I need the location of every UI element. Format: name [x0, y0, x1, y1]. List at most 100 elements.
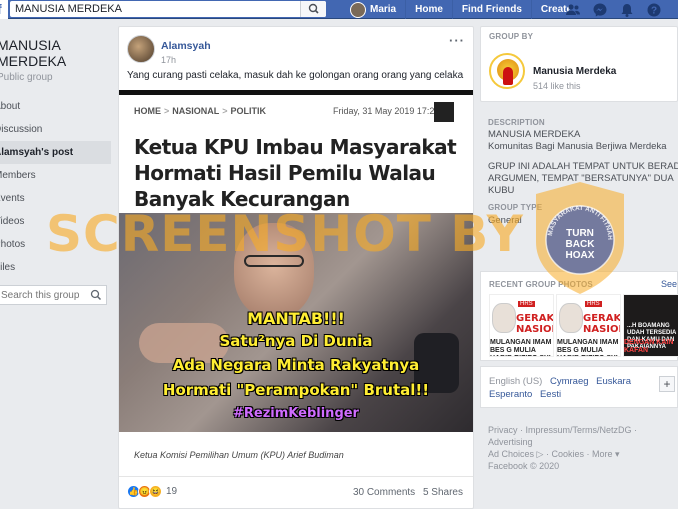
photo-thumbnail[interactable]: HRS GERAKA NASIONA MULANGAN IMAM BES G M…: [489, 294, 554, 357]
group-type-heading: GROUP TYPE: [488, 203, 543, 212]
group-type-value: General: [488, 215, 522, 226]
photo-thumbnails: HRS GERAKA NASIONA MULANGAN IMAM BES G M…: [489, 294, 678, 357]
find-friends-link[interactable]: Find Friends: [453, 0, 532, 19]
top-nav-links: Maria Home Find Friends Create: [350, 0, 581, 19]
site-footer: Privacy · Impressum/Terms/NetzDG · Adver…: [488, 424, 678, 472]
thumb-badge: HRS: [585, 301, 602, 307]
description-text: MANUSIA MERDEKA Komunitas Bagi Manusia B…: [488, 129, 678, 227]
description-line: GRUP INI ADALAH TEMPAT UNTUK BERADU: [488, 161, 678, 172]
breadcrumb-home: HOME: [134, 106, 161, 116]
photo-thumbnail[interactable]: HRS GERAKA NASIONA MULANGAN IMAM BES G M…: [556, 294, 621, 357]
sidebar-item-about[interactable]: About: [0, 95, 112, 118]
group-search-box: [0, 285, 107, 305]
shares-link[interactable]: 5 Shares: [423, 487, 463, 498]
home-link[interactable]: Home: [406, 0, 453, 19]
sidebar-item-post[interactable]: Alamsyah's post: [0, 141, 111, 164]
post-card: Alamsyah 17h ··· Yang curang pasti celak…: [118, 26, 474, 509]
reaction-summary[interactable]: 👍 😠 😆 19: [127, 485, 177, 498]
overlay-text-line-2: Satu²nya Di Dunia: [219, 332, 373, 350]
see-all-link[interactable]: See: [661, 279, 677, 289]
description-line: [488, 153, 678, 161]
messenger-icon[interactable]: [592, 2, 608, 18]
thumb-caption: MULANGAN IMAM BES G MULIA HABIB RIZIEQ S…: [557, 339, 619, 356]
description-line: KUBU: [488, 185, 515, 196]
photo-caption: Ketua Komisi Pemilihan Umum (KPU) Arief …: [134, 450, 344, 460]
person-face: [234, 223, 314, 318]
group-sidebar: MANUSIA MERDEKA Public group About Discu…: [0, 30, 112, 305]
help-icon[interactable]: ?: [646, 2, 662, 18]
user-avatar[interactable]: [350, 1, 366, 18]
top-search-input[interactable]: [10, 1, 300, 17]
author-avatar[interactable]: [127, 35, 155, 63]
thumb-headline: GERAKA NASIONA: [516, 313, 554, 335]
post-author-name[interactable]: Alamsyah: [161, 40, 211, 52]
breadcrumb-politik: POLITIK: [230, 106, 267, 116]
post-text: Yang curang pasti celaka, masuk dah ke g…: [127, 70, 464, 81]
search-icon[interactable]: [90, 289, 102, 301]
post-footer: 👍 😠 😆 19 30 Comments 5 Shares: [119, 476, 473, 506]
engagement-counts: 30 Comments 5 Shares: [348, 487, 463, 498]
profile-link[interactable]: Maria: [370, 0, 407, 19]
language-link[interactable]: Euskara: [596, 376, 631, 387]
group-by-card: GROUP BY Manusia Merdeka 514 like this: [480, 26, 678, 102]
facebook-logo-icon[interactable]: f: [0, 0, 8, 19]
description-line: Komunitas Bagi Manusia Berjiwa Merdeka: [488, 141, 667, 152]
overlay-text-line-1: MANTAB!!!: [247, 309, 345, 328]
more-options-icon[interactable]: ···: [449, 33, 465, 48]
seal-text-1: TURN: [566, 228, 594, 239]
group-name[interactable]: MANUSIA MERDEKA: [0, 37, 112, 69]
top-nav-icons: ?: [565, 0, 673, 19]
footer-links[interactable]: Privacy · Impressum/Terms/NetzDG · Adver…: [488, 424, 678, 448]
glasses-shape: [244, 255, 304, 267]
thumb-badge: HRS: [518, 301, 535, 307]
friends-icon[interactable]: [565, 2, 581, 18]
post-timestamp[interactable]: 17h: [161, 55, 176, 65]
recent-photos-card: RECENT GROUP PHOTOS See HRS GERAKA NASIO…: [480, 271, 678, 361]
sidebar-item-files[interactable]: Files: [0, 256, 112, 279]
sidebar-item-photos[interactable]: Photos: [0, 233, 112, 256]
description-heading: DESCRIPTION: [488, 118, 545, 127]
right-sidebar: GROUP BY Manusia Merdeka 514 like this D…: [480, 26, 678, 471]
top-search-button[interactable]: [300, 1, 326, 17]
photo-thumbnail[interactable]: ...H BOAMANG UDAH TERSEDIA DAN KAMU DAN …: [623, 294, 678, 357]
sidebar-item-members[interactable]: Members: [0, 164, 112, 187]
article-photo: MANTAB!!! Satu²nya Di Dunia Ada Negara M…: [119, 213, 473, 432]
breadcrumb-nasional: NASIONAL: [172, 106, 220, 116]
language-link[interactable]: Esperanto: [489, 389, 532, 400]
top-navigation-bar: f Maria Home Find Friends Create ?: [0, 0, 678, 19]
group-menu: About Discussion Alamsyah's post Members…: [0, 95, 112, 279]
page-name[interactable]: Manusia Merdeka: [533, 66, 616, 77]
sidebar-item-discussion[interactable]: Discussion: [0, 118, 112, 141]
current-language: English (US): [489, 376, 543, 387]
sidebar-item-videos[interactable]: Videos: [0, 210, 112, 233]
article-breadcrumb: HOME > NASIONAL > POLITIK: [134, 106, 267, 116]
copyright: Facebook © 2020: [488, 461, 560, 471]
overlay-text-line-4: Hormati "Perampokan" Brutal!!: [162, 381, 430, 399]
search-icon: [308, 3, 319, 14]
group-by-heading: GROUP BY: [489, 32, 534, 41]
overlay-hashtag: #RezimKeblinger: [233, 406, 359, 421]
shared-image[interactable]: HOME > NASIONAL > POLITIK Friday, 31 May 201…: [119, 90, 473, 434]
description-line: ARGUMEN, TEMPAT "BERSATUNYA" DUA: [488, 173, 674, 184]
add-language-button[interactable]: +: [659, 376, 675, 392]
top-search-box: [10, 1, 326, 17]
notifications-icon[interactable]: [619, 2, 635, 18]
description-line: MANUSIA MERDEKA: [488, 129, 581, 140]
comments-link[interactable]: 30 Comments: [353, 487, 415, 498]
reaction-count: 19: [166, 486, 178, 497]
sidebar-item-events[interactable]: Events: [0, 187, 112, 210]
footer-links[interactable]: Ad Choices ▷ · Cookies · More ▾: [488, 448, 678, 460]
language-link[interactable]: Cymraeg: [550, 376, 589, 387]
overlay-text-line-3: Ada Negara Minta Rakyatnya: [172, 356, 420, 374]
group-search-input[interactable]: [0, 286, 86, 304]
seal-text-2: BACK: [566, 239, 596, 250]
page-logo-icon[interactable]: [489, 53, 525, 89]
group-type-label: Public group: [0, 72, 53, 83]
page-likes: 514 like this: [533, 81, 581, 91]
language-link[interactable]: Eesti: [540, 389, 561, 400]
svg-text:?: ?: [651, 5, 657, 16]
article-date: Friday, 31 May 2019 17:2: [333, 106, 435, 116]
recent-photos-heading: RECENT GROUP PHOTOS: [489, 280, 593, 289]
article-headline: Ketua KPU Imbau Masyarakat Hormati Hasil…: [134, 135, 457, 211]
thumb-headline: GERAKA NASIONA: [583, 313, 621, 335]
